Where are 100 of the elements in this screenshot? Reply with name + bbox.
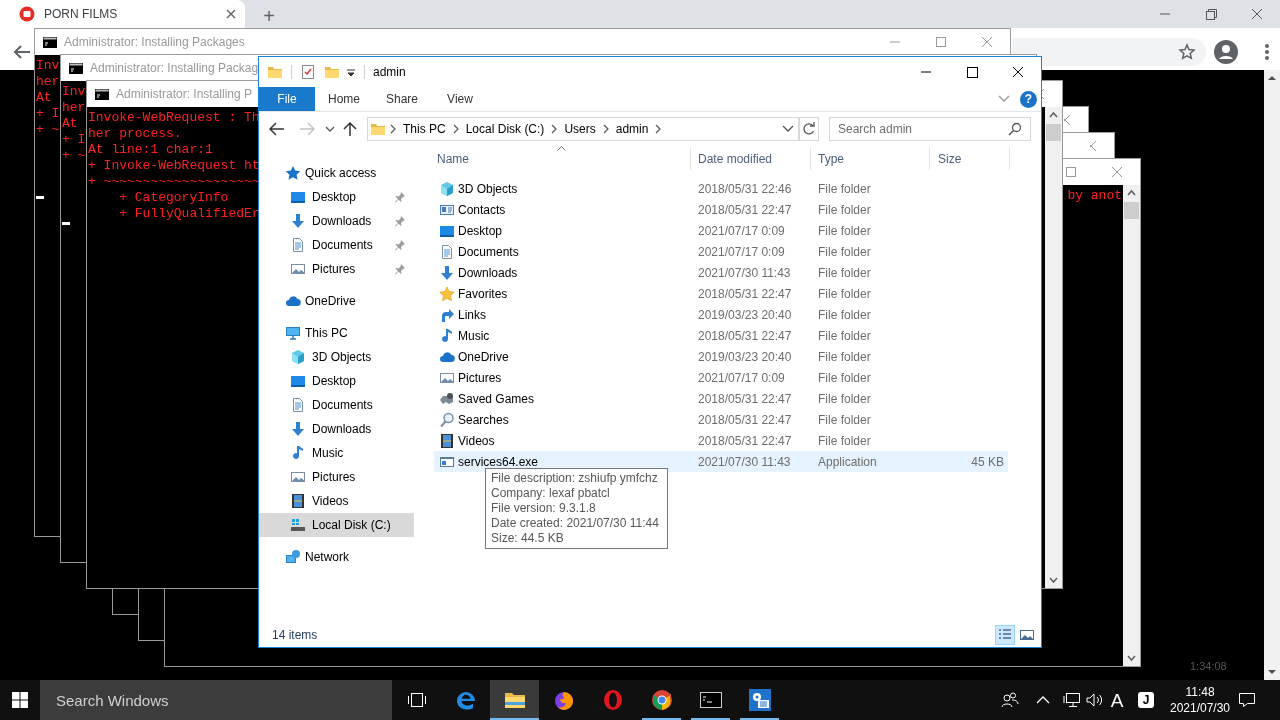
scrollbar[interactable] (1264, 70, 1280, 680)
file-type: Application (817, 453, 878, 471)
date-modified: 2021/07/17 0:09 (697, 369, 786, 387)
search-box[interactable]: Search admin (829, 117, 1031, 141)
address-bar[interactable]: This PC Local Disk (C:) Users admin (367, 117, 799, 141)
file-type: File folder (817, 285, 872, 303)
console-line: + ~ (36, 122, 60, 138)
computer-icon (285, 325, 301, 341)
profile-icon[interactable] (1214, 40, 1238, 64)
tooltip-line: File version: 9.3.1.8 (491, 501, 597, 516)
search-field[interactable]: Search admin (838, 120, 1008, 138)
scrollbar[interactable] (1045, 107, 1062, 588)
file-name: Music (458, 327, 491, 345)
console-icon (69, 62, 83, 74)
breadcrumb-item[interactable]: This PC (400, 120, 449, 138)
back-arrow-icon[interactable] (13, 44, 31, 60)
download-icon (290, 213, 306, 229)
scrollbar[interactable] (1123, 185, 1140, 666)
column-header[interactable]: Type (811, 148, 930, 170)
pin-icon[interactable] (394, 191, 406, 203)
desktop-icon (290, 373, 306, 389)
scroll-thumb[interactable] (1046, 124, 1061, 141)
folder-icon (370, 121, 386, 137)
sort-caret-icon (557, 146, 566, 151)
people-icon[interactable] (1001, 692, 1019, 708)
ribbon-tab[interactable]: Home (315, 87, 373, 111)
search-icon[interactable] (1008, 122, 1022, 136)
ribbon-tab[interactable]: Share (373, 87, 431, 111)
picture-icon (290, 261, 306, 277)
help-button[interactable]: ? (1020, 90, 1037, 108)
console-icon (95, 88, 109, 100)
browser-tab[interactable]: PORN FILMS (0, 0, 245, 28)
file-name: Contacts (458, 201, 507, 219)
file-type: File folder (817, 180, 872, 198)
gear-window-icon (747, 688, 772, 712)
network-icon[interactable] (1063, 692, 1081, 708)
breadcrumb-item[interactable]: Local Disk (C:) (462, 120, 548, 138)
new-tab-button[interactable]: + (257, 4, 281, 28)
ime-badge[interactable]: J (1138, 692, 1154, 708)
notification-icon[interactable] (1238, 692, 1256, 708)
window-title: Administrator: Installing Packag (90, 60, 259, 77)
back-arrow-icon[interactable] (269, 122, 285, 136)
dropdown-icon[interactable] (325, 125, 335, 133)
file-row[interactable]: services64.exe 2021/07/30 11:43 Application 45 KB (434, 451, 1008, 472)
chevron-icon[interactable] (451, 124, 460, 134)
download-icon (439, 264, 455, 281)
input-mode-indicator[interactable]: A (1110, 690, 1124, 710)
dropdown-icon[interactable] (346, 67, 356, 77)
file-name: Downloads (458, 264, 519, 282)
close-icon[interactable] (226, 9, 236, 19)
star-icon[interactable] (1178, 43, 1196, 61)
address-bar[interactable] (1012, 38, 1206, 66)
taskbar-app-button[interactable] (490, 680, 539, 720)
nav-item[interactable]: Local Disk (C:) (259, 513, 414, 537)
star-icon (439, 285, 455, 302)
chevron-icon[interactable] (389, 124, 397, 134)
up-arrow-icon[interactable] (343, 121, 357, 137)
file-name: 3D Objects (458, 180, 519, 198)
document-icon (439, 243, 455, 260)
pin-icon[interactable] (394, 263, 406, 275)
chevron-icon[interactable] (550, 124, 559, 134)
console-line: + I (36, 106, 60, 122)
file-type: File folder (817, 390, 872, 408)
breadcrumb-item[interactable]: admin (612, 120, 652, 138)
column-header[interactable]: Name (434, 148, 691, 170)
search-field[interactable]: Search Windows (40, 680, 392, 720)
clock-time[interactable]: 11:48 (1185, 684, 1215, 700)
console-line: by anot (1067, 188, 1122, 204)
properties-icon[interactable] (300, 64, 316, 80)
desktop-icon (290, 189, 306, 205)
caret-up-icon[interactable] (1036, 696, 1050, 704)
drive-icon (290, 517, 306, 533)
refresh-button[interactable] (799, 117, 819, 141)
chevron-down-icon[interactable] (998, 95, 1010, 103)
pin-icon[interactable] (394, 215, 406, 227)
dropdown-icon[interactable] (782, 125, 794, 133)
clock-date[interactable]: 2021/07/30 (1169, 700, 1231, 716)
column-header[interactable]: Size (930, 148, 1010, 170)
game-icon (439, 390, 455, 407)
date-modified: 2021/07/30 11:43 (697, 453, 792, 471)
wheel-icon (649, 688, 674, 712)
column-header[interactable]: Date modified (691, 148, 811, 170)
scroll-thumb[interactable] (1124, 202, 1139, 219)
network-icon (285, 549, 301, 565)
ribbon-tab[interactable]: View (431, 87, 489, 111)
document-icon (290, 397, 306, 413)
breadcrumb-item[interactable]: Users (561, 120, 599, 138)
download-icon (290, 421, 306, 437)
chevron-icon[interactable] (601, 124, 610, 134)
file-menu-button[interactable]: File (259, 87, 315, 111)
video-time: 1:34:08 (1190, 659, 1227, 674)
console-line: her (62, 100, 86, 116)
file-name: services64.exe (458, 453, 540, 471)
console-line: + ~ (62, 148, 86, 164)
date-modified: 2018/05/31 22:47 (697, 432, 793, 450)
menu-icon[interactable] (1265, 44, 1269, 60)
volume-icon[interactable] (1086, 692, 1104, 708)
chevron-icon[interactable] (654, 124, 663, 134)
file-name: Favorites (458, 285, 509, 303)
pin-icon[interactable] (394, 239, 406, 251)
